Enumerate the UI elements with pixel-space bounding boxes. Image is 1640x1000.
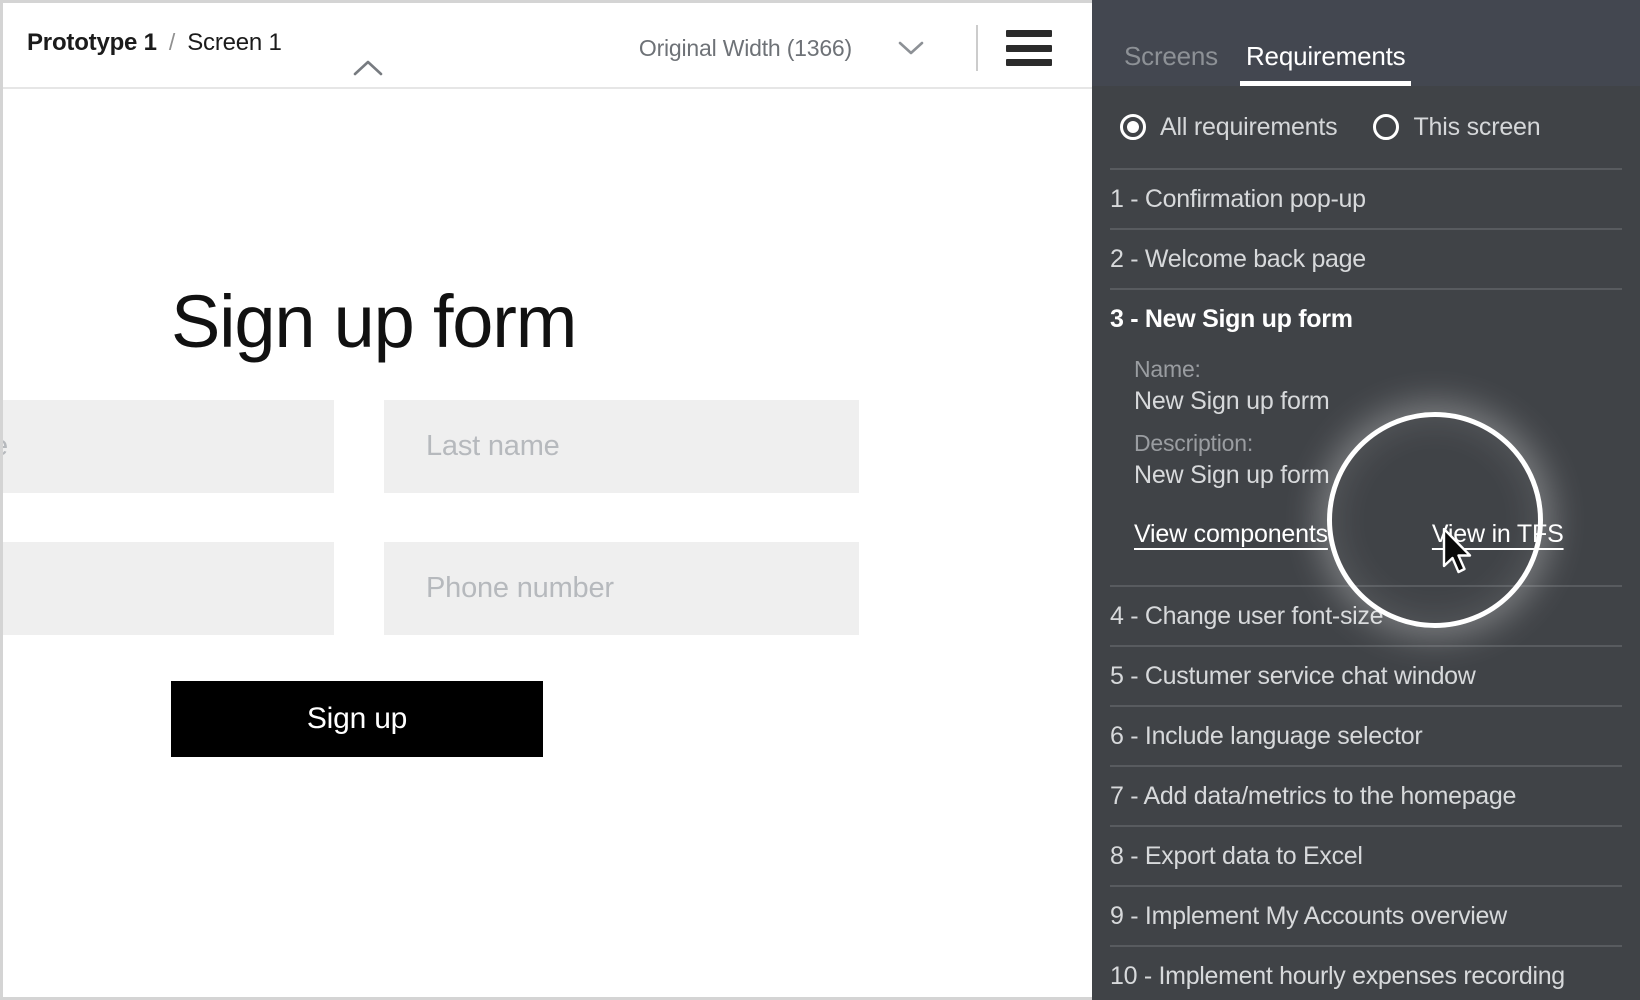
page-title: Sign up form [171,280,577,363]
chevron-down-icon [898,39,924,57]
breadcrumb-project[interactable]: Prototype 1 [27,29,157,57]
requirement-title: 5 - Custumer service chat window [1110,662,1476,690]
width-select-label: Original Width (1366) [638,34,852,61]
requirement-title: 1 - Confirmation pop-up [1110,185,1366,213]
requirement-title: 6 - Include language selector [1110,722,1423,750]
requirement-filter-group: All requirements This screen [1092,86,1640,168]
tab-screens[interactable]: Screens [1110,41,1232,86]
radio-all-requirements-label: All requirements [1160,112,1338,141]
last-name-placeholder: Last name [426,430,560,462]
hamburger-bar [1006,59,1052,66]
detail-description-label: Description: [1134,430,1254,456]
prototype-frame: Sign up form First name Last name Phone … [3,89,1092,997]
list-item[interactable]: 8 - Export data to Excel [1110,825,1622,885]
list-item[interactable]: 2 - Welcome back page [1110,228,1622,288]
list-item[interactable]: 9 - Implement My Accounts overview [1110,885,1622,945]
requirements-sidebar: Screens Requirements All requirements Th… [1092,0,1640,1000]
list-item-selected[interactable]: 3 - New Sign up form Name: New Sign up f… [1110,288,1622,585]
tab-requirements[interactable]: Requirements [1232,41,1419,86]
prototype-canvas: Sign up form First name Last name Phone … [3,89,1092,997]
radio-selected-icon [1120,114,1146,140]
radio-this-screen[interactable]: This screen [1373,112,1541,142]
first-name-input[interactable]: First name [3,400,334,493]
list-item[interactable]: 4 - Change user font-size [1110,585,1622,645]
detail-description-value: New Sign up form [1134,461,1330,489]
breadcrumb-screen[interactable]: Screen 1 [187,29,282,57]
toolbar-divider [976,25,978,71]
email-input[interactable] [3,542,334,635]
phone-number-placeholder: Phone number [426,572,614,604]
list-item[interactable]: 6 - Include language selector [1110,705,1622,765]
detail-name-label: Name: [1134,356,1201,382]
last-name-input[interactable]: Last name [384,400,859,493]
list-item[interactable]: 10 - Implement hourly expenses recording [1110,945,1622,1000]
chevron-up-icon[interactable] [351,55,385,81]
preview-pane: Prototype 1 / Screen 1 Original Width (1… [0,0,1092,1000]
breadcrumb-separator: / [168,29,176,55]
requirement-title: 9 - Implement My Accounts overview [1110,902,1507,930]
requirement-title: 3 - New Sign up form [1110,305,1353,333]
hamburger-bar [1006,30,1052,37]
detail-name-value: New Sign up form [1134,387,1330,415]
view-components-link[interactable]: View components [1134,520,1328,549]
radio-all-requirements[interactable]: All requirements [1120,112,1338,142]
requirements-list: 1 - Confirmation pop-up 2 - Welcome back… [1092,168,1640,1000]
width-select[interactable]: Original Width (1366) [633,35,930,62]
detail-links: View components View in TFS [1134,520,1622,549]
phone-number-input[interactable]: Phone number [384,542,859,635]
requirement-title: 10 - Implement hourly expenses recording [1110,962,1565,990]
first-name-placeholder: First name [3,430,8,463]
sign-up-button[interactable]: Sign up [171,681,543,757]
radio-this-screen-label: This screen [1413,112,1541,141]
radio-unselected-icon [1373,114,1400,140]
app-root: Prototype 1 / Screen 1 Original Width (1… [0,0,1640,1000]
requirement-title: 8 - Export data to Excel [1110,842,1363,870]
hamburger-bar [1006,44,1052,52]
requirement-detail: Name: New Sign up form Description: New … [1110,334,1622,571]
breadcrumb: Prototype 1 / Screen 1 [3,29,282,57]
requirement-title: 2 - Welcome back page [1110,245,1366,273]
list-item[interactable]: 7 - Add data/metrics to the homepage [1110,765,1622,825]
requirement-title: 4 - Change user font-size [1110,602,1384,630]
sidebar-tabs: Screens Requirements [1092,0,1640,86]
top-toolbar: Prototype 1 / Screen 1 Original Width (1… [3,3,1092,89]
list-item[interactable]: 1 - Confirmation pop-up [1110,168,1622,228]
view-in-tfs-link[interactable]: View in TFS [1432,520,1564,549]
requirement-title: 7 - Add data/metrics to the homepage [1110,782,1517,810]
toolbar-right-group: Original Width (1366) [633,25,1092,71]
list-item[interactable]: 5 - Custumer service chat window [1110,645,1622,705]
hamburger-menu-icon[interactable] [1006,30,1052,66]
